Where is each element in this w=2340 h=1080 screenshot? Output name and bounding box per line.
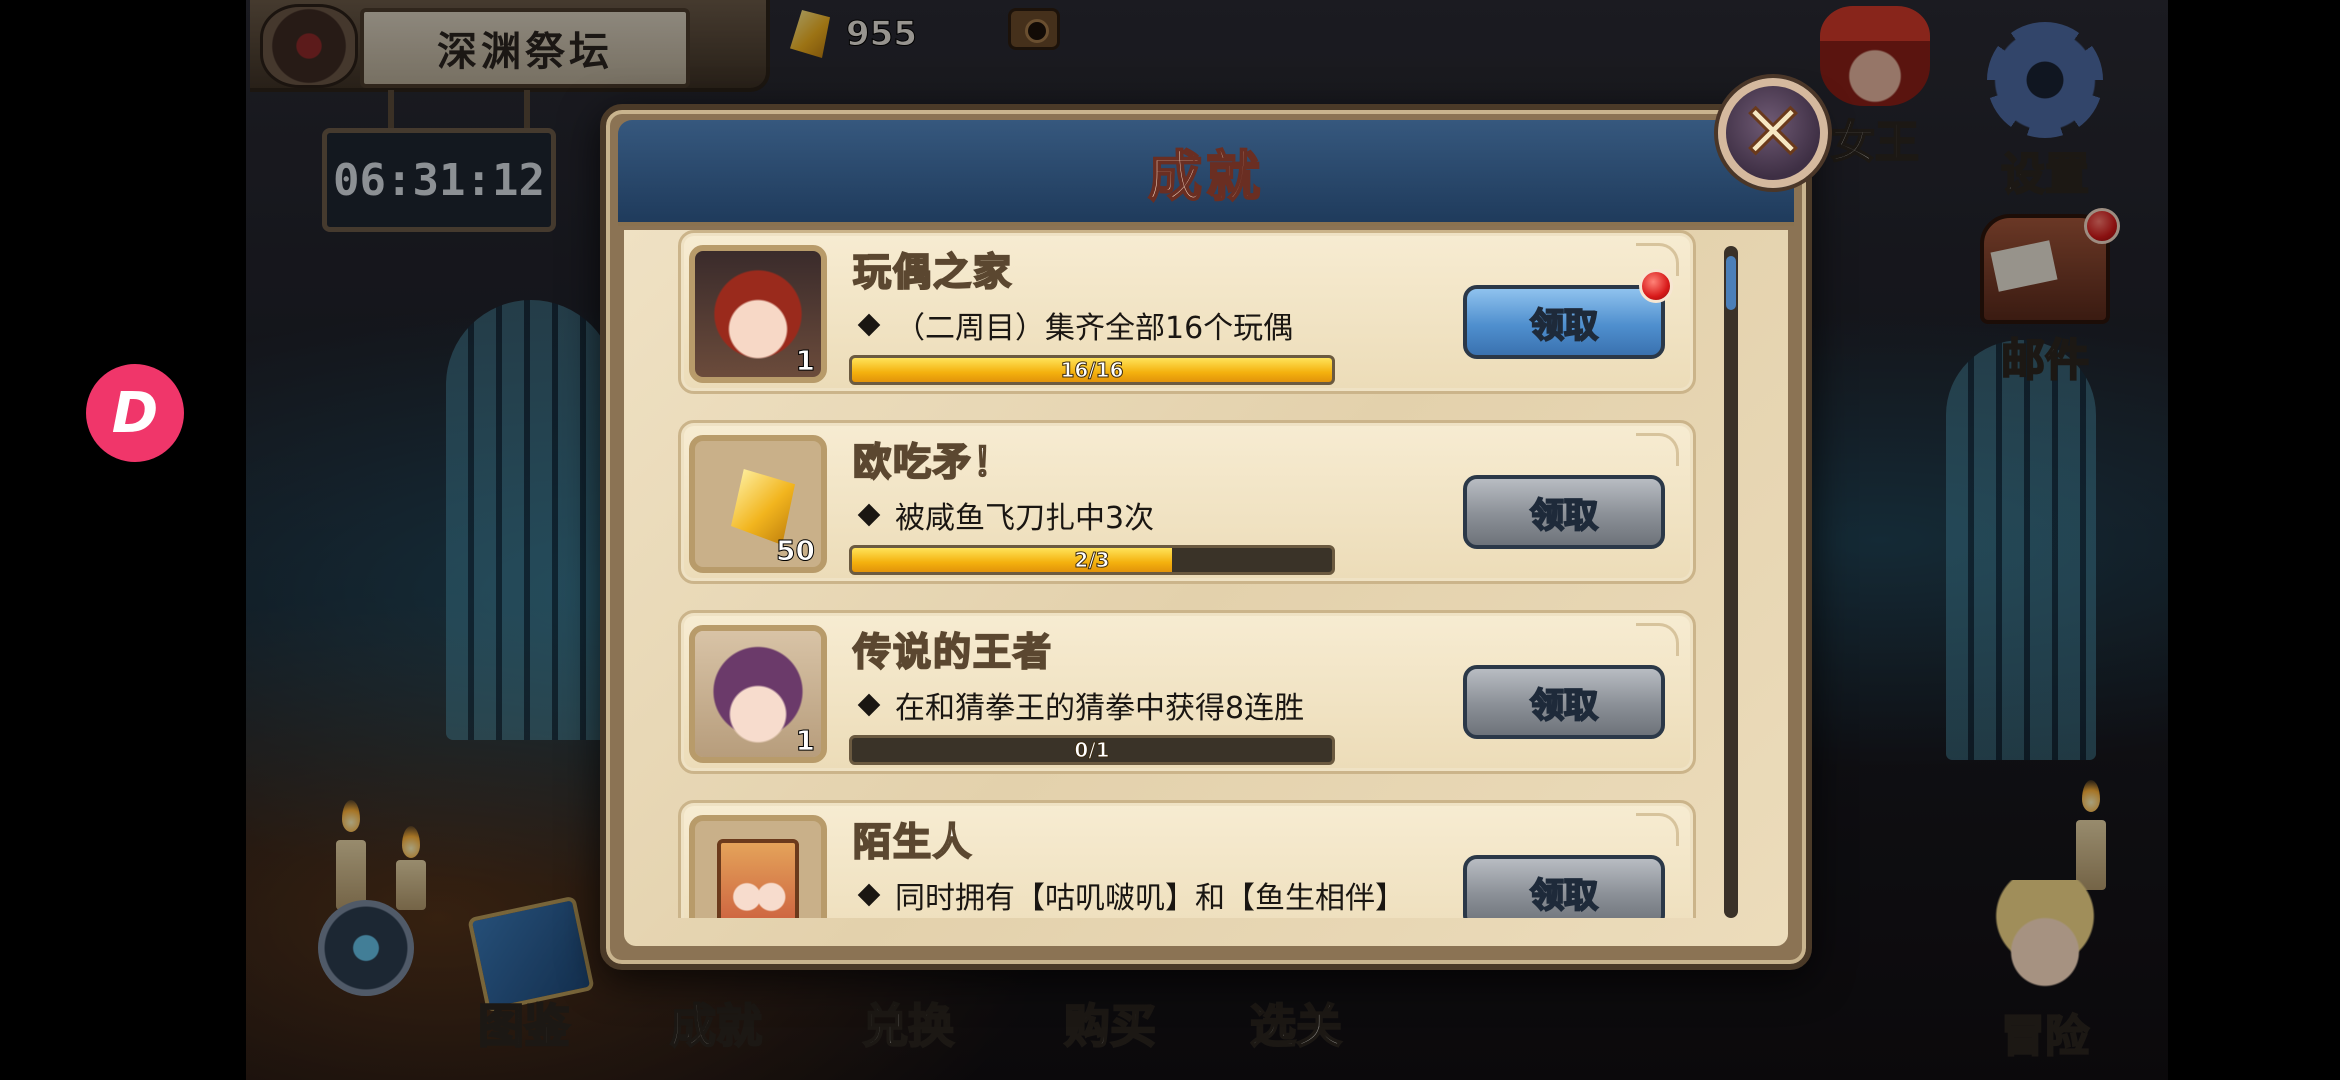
achievement-desc: 被咸鱼飞刀扎中3次 (853, 493, 1154, 537)
achievement-list[interactable]: 1 玩偶之家 （二周目）集齐全部16个玩偶 16/16 领取 50 欧吃矛！ 被… (662, 230, 1728, 918)
nav-label-shop[interactable]: 购买 (1063, 990, 1157, 1056)
achievement-progress-bar: 0/1 (849, 735, 1335, 765)
camera-icon[interactable] (1008, 8, 1060, 50)
achievement-desc-text: 被咸鱼飞刀扎中3次 (895, 501, 1155, 536)
diamond-bullet-icon (857, 883, 881, 907)
queen-crown-icon (1820, 6, 1930, 106)
close-icon: ✕ (1739, 88, 1807, 178)
achievement-desc: 同时拥有【咕叽啵叽】和【鱼生相伴】 (853, 873, 1405, 917)
currency-amount: 955 (846, 14, 918, 55)
achievement-desc-text: 同时拥有【咕叽啵叽】和【鱼生相伴】 (895, 881, 1405, 916)
diamond-bullet-icon (857, 503, 881, 527)
progress-text: 16/16 (1060, 358, 1124, 382)
claim-button[interactable]: 领取 (1463, 855, 1665, 918)
achievement-title: 欧吃矛！ (852, 439, 1014, 485)
nav-label-achievement[interactable]: 成就 (669, 990, 763, 1056)
stained-window-right (1946, 340, 2096, 760)
floating-app-glyph: D (111, 380, 159, 446)
nav-label-stage-select[interactable]: 选关 (1249, 990, 1343, 1056)
location-name: 深渊祭坛 (360, 8, 690, 88)
achievement-row: 1 玩偶之家 （二周目）集齐全部16个玩偶 16/16 领取 (678, 230, 1696, 394)
claim-button[interactable]: 领取 (1463, 475, 1665, 549)
achievement-row: 1 传说的王者 在和猜拳王的猜拳中获得8连胜 0/1 领取 (678, 610, 1696, 774)
stranger-card-icon (689, 815, 827, 918)
stained-window-left (446, 300, 616, 740)
heart-emblem-icon (260, 4, 358, 88)
diamond-bullet-icon (857, 693, 881, 717)
candle-flame (342, 800, 360, 832)
achievement-title: 玩偶之家 (852, 249, 1014, 295)
achievement-title: 传说的王者 (852, 629, 1054, 675)
settings-label: 设置 (2000, 148, 2090, 201)
reward-count: 1 (795, 724, 816, 758)
nav-label-exchange[interactable]: 兑换 (861, 990, 955, 1056)
dialog-title: 成就 (1147, 144, 1264, 209)
king-portrait-icon: 1 (689, 625, 827, 763)
achievement-title: 陌生人 (852, 819, 974, 865)
achievement-desc: 在和猜拳王的猜拳中获得8连胜 (853, 683, 1304, 727)
achievement-row: 50 欧吃矛！ 被咸鱼飞刀扎中3次 2/3 领取 (678, 420, 1696, 584)
reward-count: 50 (776, 534, 816, 568)
achievements-dialog: 成就 1 玩偶之家 （二周目）集齐全部16个玩偶 16/16 领取 50 欧吃矛… (600, 104, 1812, 970)
adventure-label: 冒险 (2000, 1010, 2090, 1063)
diamond-bullet-icon (857, 313, 881, 337)
floating-app-icon[interactable]: D (86, 364, 184, 462)
settings-button[interactable]: 设置 (1970, 22, 2120, 202)
claim-button[interactable]: 领取 (1463, 285, 1665, 359)
mail-label: 邮件 (2000, 334, 2090, 387)
crystal-reward-icon: 50 (689, 435, 827, 573)
sign-chain (388, 90, 394, 130)
dialog-header: 成就 (618, 120, 1794, 226)
achievement-desc-text: （二周目）集齐全部16个玩偶 (895, 311, 1294, 346)
gear-icon (1987, 22, 2103, 138)
currency-display: 955 (790, 6, 917, 62)
achievement-row: 陌生人 同时拥有【咕叽啵叽】和【鱼生相伴】 领取 (678, 800, 1696, 918)
close-button[interactable]: ✕ (1718, 78, 1828, 188)
codex-icon[interactable] (318, 900, 414, 996)
doll-portrait-icon: 1 (689, 245, 827, 383)
candle-flame (2082, 780, 2100, 812)
achievement-desc-text: 在和猜拳王的猜拳中获得8连胜 (895, 691, 1305, 726)
achievement-desc: （二周目）集齐全部16个玩偶 (853, 303, 1293, 347)
claim-alert-dot-icon (1639, 269, 1673, 303)
progress-text: 2/3 (1074, 548, 1110, 572)
adventurer-portrait-icon (1980, 880, 2110, 1000)
countdown-timer: 06:31:12 (322, 128, 556, 232)
candle (396, 860, 426, 910)
candle-flame (402, 826, 420, 858)
crystal-icon (790, 10, 830, 58)
achievement-progress-bar: 16/16 (849, 355, 1335, 385)
achievement-progress-bar: 2/3 (849, 545, 1335, 575)
mail-alert-dot-icon (2084, 208, 2120, 244)
adventure-button[interactable]: 冒险 (1970, 880, 2120, 1064)
progress-text: 0/1 (1074, 738, 1110, 762)
claim-button[interactable]: 领取 (1463, 665, 1665, 739)
sign-chain (524, 90, 530, 130)
reward-count: 1 (795, 344, 816, 378)
nav-label-codex[interactable]: 图鉴 (477, 990, 571, 1056)
